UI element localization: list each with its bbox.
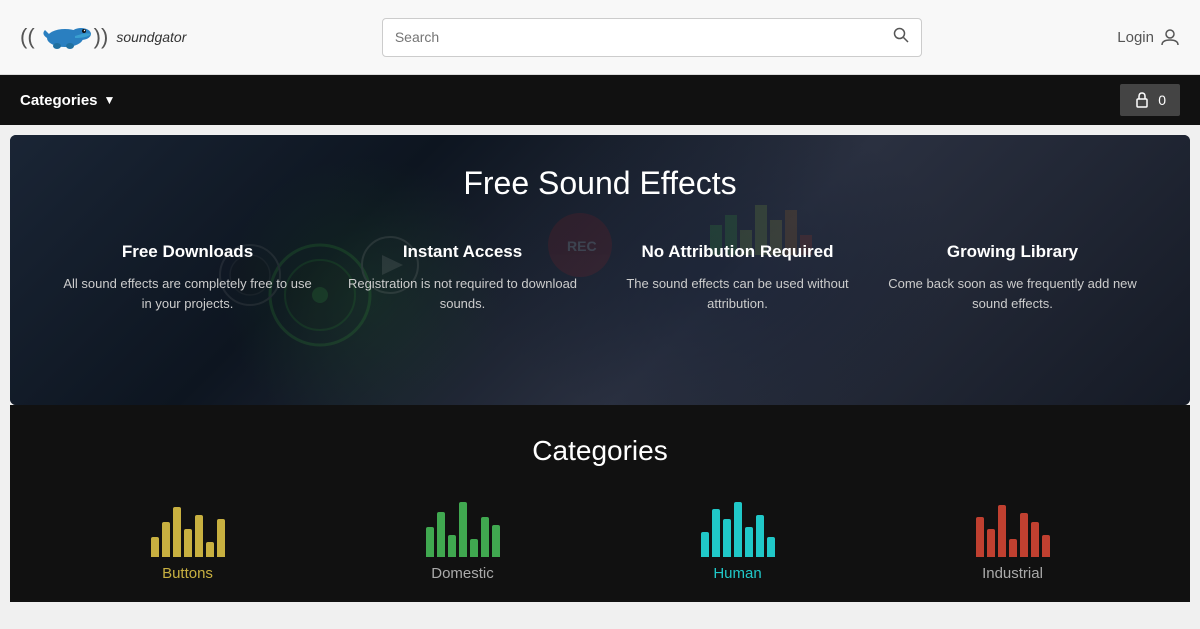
category-buttons[interactable]: Buttons: [50, 497, 325, 582]
header: ((: [0, 0, 1200, 75]
bar: [217, 519, 225, 557]
categories-nav-button[interactable]: Categories ▼: [20, 92, 115, 109]
category-domestic-label: Domestic: [325, 565, 600, 582]
categories-nav-label: Categories: [20, 92, 98, 109]
feature-free-downloads-desc: All sound effects are completely free to…: [60, 274, 315, 313]
search-icon: [893, 27, 909, 43]
human-visual: [600, 497, 875, 557]
bar: [470, 539, 478, 557]
category-human-label: Human: [600, 565, 875, 582]
search-input[interactable]: [395, 29, 893, 45]
bar: [426, 527, 434, 557]
logo-area: ((: [20, 16, 186, 58]
bar: [162, 522, 170, 557]
wave-right-icon: )): [94, 24, 109, 50]
category-industrial-label: Industrial: [875, 565, 1150, 582]
login-button[interactable]: Login: [1117, 27, 1180, 47]
industrial-visual: [875, 497, 1150, 557]
bar: [767, 537, 775, 557]
bar: [184, 529, 192, 557]
feature-no-attribution-desc: The sound effects can be used without at…: [610, 274, 865, 313]
category-industrial[interactable]: Industrial: [875, 497, 1150, 582]
cart-count: 0: [1158, 92, 1166, 108]
bar: [998, 505, 1006, 557]
lock-icon: [1134, 92, 1150, 108]
feature-growing-library: Growing Library Come back soon as we fre…: [875, 242, 1150, 313]
auth-area: Login: [1117, 27, 1180, 47]
gator-svg: [37, 16, 92, 58]
feature-instant-access-desc: Registration is not required to download…: [335, 274, 590, 313]
bar: [723, 519, 731, 557]
bar: [1020, 513, 1028, 557]
search-button[interactable]: [893, 27, 909, 48]
domestic-visual: [325, 497, 600, 557]
bar: [1031, 522, 1039, 557]
hero-content: Free Sound Effects Free Downloads All so…: [10, 135, 1190, 313]
logo-text: soundgator: [116, 29, 186, 45]
search-box: [382, 18, 922, 57]
bar: [173, 507, 181, 557]
category-human[interactable]: Human: [600, 497, 875, 582]
hero-features: Free Downloads All sound effects are com…: [10, 242, 1190, 313]
category-domestic[interactable]: Domestic: [325, 497, 600, 582]
feature-free-downloads-title: Free Downloads: [60, 242, 315, 262]
bar: [481, 517, 489, 557]
hero-title: Free Sound Effects: [463, 165, 736, 202]
feature-instant-access: Instant Access Registration is not requi…: [325, 242, 600, 313]
feature-no-attribution: No Attribution Required The sound effect…: [600, 242, 875, 313]
search-area: [382, 18, 922, 57]
categories-section: Categories Buttons: [10, 405, 1190, 602]
bar: [151, 537, 159, 557]
categories-section-title: Categories: [30, 435, 1170, 467]
bar: [987, 529, 995, 557]
bar: [459, 502, 467, 557]
bar: [745, 527, 753, 557]
bar: [1042, 535, 1050, 557]
navbar: Categories ▼ 0: [0, 75, 1200, 125]
logo-icon: ((: [20, 16, 108, 58]
cart-button[interactable]: 0: [1120, 84, 1180, 116]
bar: [195, 515, 203, 557]
bar: [492, 525, 500, 557]
bar: [1009, 539, 1017, 557]
bar: [206, 542, 214, 557]
wave-left-icon: ((: [20, 24, 35, 50]
categories-grid: Buttons Domestic: [30, 497, 1170, 582]
feature-free-downloads: Free Downloads All sound effects are com…: [50, 242, 325, 313]
bar: [712, 509, 720, 557]
bar: [976, 517, 984, 557]
bar: [437, 512, 445, 557]
user-icon: [1160, 27, 1180, 47]
feature-instant-access-title: Instant Access: [335, 242, 590, 262]
chevron-down-icon: ▼: [104, 93, 116, 107]
bar: [701, 532, 709, 557]
category-buttons-label: Buttons: [50, 565, 325, 582]
feature-growing-library-desc: Come back soon as we frequently add new …: [885, 274, 1140, 313]
login-label: Login: [1117, 29, 1154, 46]
bar: [734, 502, 742, 557]
feature-no-attribution-title: No Attribution Required: [610, 242, 865, 262]
bar: [448, 535, 456, 557]
hero-banner: REC Free Sound Effects Free Downloads Al…: [10, 135, 1190, 405]
buttons-visual: [50, 497, 325, 557]
bar: [756, 515, 764, 557]
feature-growing-library-title: Growing Library: [885, 242, 1140, 262]
